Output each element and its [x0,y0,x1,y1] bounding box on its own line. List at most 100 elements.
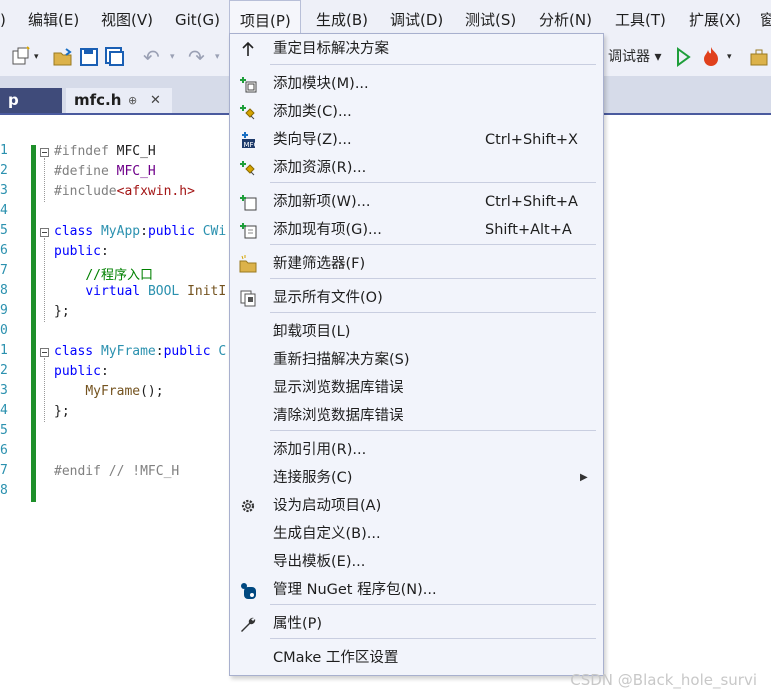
code-token: public [54,364,101,379]
menu-file-fragment[interactable]: ) [0,0,6,38]
code-line: class MyFrame:public C [54,344,226,359]
code-token: MFC_H [116,144,156,159]
menu-item-label: 属性(P) [273,616,323,632]
fold-toggle-icon[interactable] [40,228,49,237]
line-number: 8 [0,283,8,298]
code-line: //程序入口 [54,264,153,283]
menu-item[interactable]: 属性(P) [230,610,603,638]
line-number: 7 [0,463,8,478]
close-icon[interactable]: ✕ [150,88,161,113]
arrow-up-icon [242,41,254,56]
code-token: public [147,224,203,239]
menu-item-label: 新建筛选器(F) [273,256,366,272]
pin-icon[interactable]: ⊕ [128,88,137,113]
code-token: }; [54,304,70,319]
menu-item[interactable]: 显示所有文件(O) [230,284,603,312]
menu-item-label: 添加现有项(G)... [273,222,382,238]
menu-separator [270,278,596,279]
code-token: MFC_H [116,164,156,179]
code-token: BOOL [147,284,188,299]
code-line: #endif // !MFC_H [54,464,179,479]
menu-item[interactable]: 连接服务(C) ▶ [230,464,603,492]
code-token: : [100,244,109,259]
code-token: CWi [202,224,227,239]
line-number: 1 [0,343,8,358]
menu-separator [270,604,596,605]
line-number: 3 [0,183,8,198]
save-icon[interactable] [78,46,100,68]
chevron-down-icon[interactable]: ▾ [34,46,39,68]
menu-item-label: 添加新项(W)... [273,194,371,210]
code-token: public [54,244,101,259]
menu-item[interactable]: 设为启动项目(A) [230,492,603,520]
open-folder-icon[interactable] [52,46,74,68]
menu-item[interactable]: 添加资源(R)... [230,154,603,182]
hot-reload-icon[interactable] [700,45,722,67]
add-resource-icon [240,161,255,176]
menu-window[interactable]: 窗 [760,0,771,38]
menu-item[interactable]: 生成自定义(B)... [230,520,603,548]
gear-icon [241,499,255,513]
menu-item-label: 添加类(C)... [273,104,352,120]
chevron-down-icon[interactable]: ▾ [170,46,175,68]
code-token: #define [54,164,117,179]
menu-extensions[interactable]: 扩展(X) [689,0,741,38]
menu-view[interactable]: 视图(V) [101,0,153,38]
debugger-dropdown[interactable]: 调试器 ▾ [608,46,661,68]
menu-item[interactable]: 导出模板(E)... [230,548,603,576]
play-icon[interactable] [673,46,693,68]
code-token: public [163,344,219,359]
save-all-icon[interactable] [104,46,126,68]
menu-item[interactable]: 重新扫描解决方案(S) [230,346,603,374]
menu-item[interactable]: 添加新项(W)... Ctrl+Shift+A [230,188,603,216]
tab-previous-file[interactable]: p [0,88,62,113]
tab-mfc-h[interactable]: mfc.h ⊕ ✕ [66,88,172,113]
menu-item[interactable]: 添加模块(M)... [230,70,603,98]
menu-item[interactable]: 新建筛选器(F) [230,250,603,278]
menu-item[interactable]: 添加引用(R)... [230,436,603,464]
menu-item-shortcut: Ctrl+Shift+A [485,194,578,210]
chevron-down-icon[interactable]: ▾ [727,46,732,68]
menu-item-label: 显示所有文件(O) [273,290,383,306]
chevron-down-icon[interactable]: ▾ [215,46,220,68]
menu-item[interactable]: 重定目标解决方案 [230,35,603,63]
menu-tools[interactable]: 工具(T) [615,0,666,38]
line-number: 5 [0,423,8,438]
line-number: 5 [0,223,8,238]
new-item-icon[interactable] [10,46,32,68]
menu-item[interactable]: 添加现有项(G)... Shift+Alt+A [230,216,603,244]
menu-item[interactable]: MFC 类向导(Z)... Ctrl+Shift+X [230,126,603,154]
fold-toggle-icon[interactable] [40,148,49,157]
menu-git[interactable]: Git(G) [175,0,220,38]
line-number: 2 [0,363,8,378]
menu-project[interactable]: 项目(P) [229,0,301,37]
menu-item[interactable]: 清除浏览数据库错误 [230,402,603,430]
code-line: }; [54,304,70,319]
fold-guide [44,238,45,322]
menu-item-label: 重新扫描解决方案(S) [273,352,410,368]
menu-item[interactable]: 管理 NuGet 程序包(N)... [230,576,603,604]
fold-toggle-icon[interactable] [40,348,49,357]
code-token: }; [54,404,70,419]
tab-label: p [8,91,19,109]
undo-icon[interactable]: ↶ [143,46,160,68]
line-number-gutter: 1 2 3 4 5 6 7 8 9 0 1 2 3 4 5 6 7 8 [0,115,12,697]
new-filter-icon [239,255,257,273]
menu-item[interactable]: 添加类(C)... [230,98,603,126]
menu-item-label: 添加引用(R)... [273,442,367,458]
menu-item[interactable]: 卸载项目(L) [230,318,603,346]
redo-icon[interactable]: ↷ [188,46,205,68]
menu-separator [270,182,596,183]
menu-item-label: 重定目标解决方案 [273,41,389,57]
menu-item[interactable]: CMake 工作区设置 [230,644,603,672]
code-line: MyFrame(); [54,384,163,399]
svg-text:MFC: MFC [244,141,258,149]
line-number: 4 [0,203,8,218]
menu-edit[interactable]: 编辑(E) [28,0,79,38]
code-token: MyFrame [100,344,156,359]
menu-item[interactable]: 显示浏览数据库错误 [230,374,603,402]
toolbox-icon[interactable] [748,46,770,68]
line-number: 6 [0,443,8,458]
submenu-arrow-icon: ▶ [580,472,588,483]
